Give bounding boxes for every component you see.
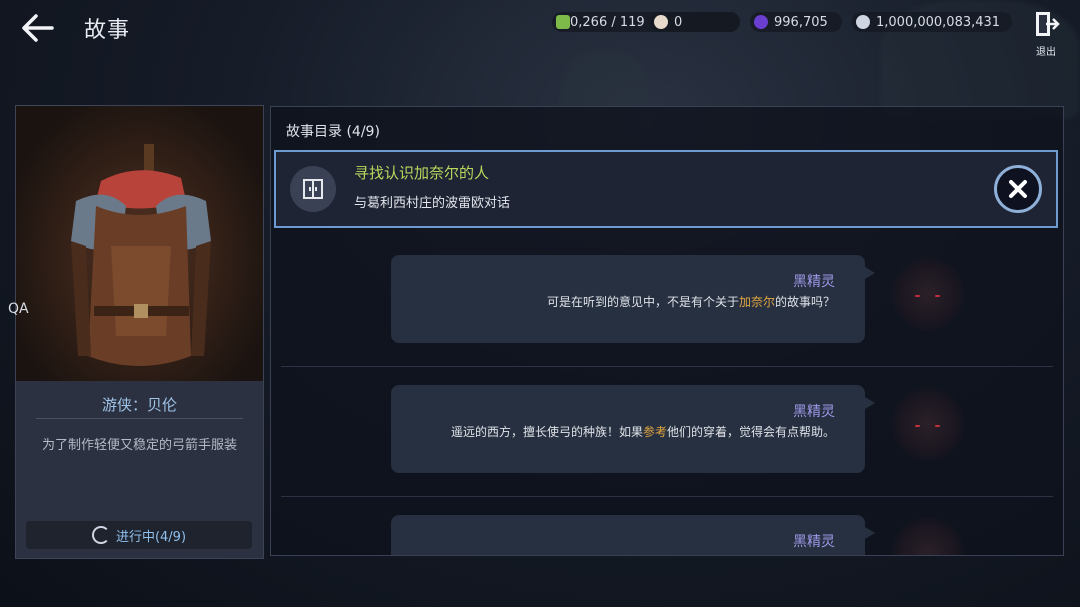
story-panel: 故事目录 (4/9) 寻找认识加奈尔的人 与葛利西村庄的波雷欧对话 黑精灵 可是…	[270, 106, 1064, 556]
exit-button[interactable]: 退出	[1030, 10, 1062, 58]
speaker-name: 黑精灵	[793, 274, 835, 290]
currency-value: 0,266 / 119	[570, 14, 645, 30]
close-button[interactable]	[994, 165, 1042, 213]
loading-spinner-icon	[91, 526, 110, 544]
dialogue-text: 遥远的西方，擅长使弓的种族！如果参考他们的穿着，觉得会有点帮助。	[450, 425, 835, 439]
dark-orb-icon	[754, 15, 768, 29]
character-image	[16, 106, 263, 381]
progress-status[interactable]: 进行中(4/9)	[26, 521, 252, 549]
dialogue-row: 黑精灵 可是在听到的意见中，不是有个关于加奈尔的故事吗？	[281, 237, 1053, 367]
dark-elf-portrait	[891, 517, 965, 555]
currency-value: 1,000,000,083,431	[876, 14, 1001, 30]
dark-elf-portrait	[891, 257, 965, 331]
back-button[interactable]	[18, 10, 58, 46]
quest-objective: 与葛利西村庄的波雷欧对话	[354, 196, 511, 211]
quest-wardrobe-icon	[290, 166, 336, 212]
exit-door-icon	[1036, 12, 1060, 36]
close-icon	[1009, 180, 1027, 198]
current-quest[interactable]: 寻找认识加奈尔的人 与葛利西村庄的波雷欧对话	[274, 150, 1058, 228]
energy-icon	[556, 15, 570, 29]
currency-value: 0	[674, 14, 683, 30]
qa-label[interactable]: QA	[8, 301, 29, 317]
page-title: 故事	[84, 18, 131, 43]
dialogue-list[interactable]: 黑精灵 可是在听到的意见中，不是有个关于加奈尔的故事吗？ 黑精灵 遥远的西方，擅…	[271, 237, 1063, 555]
dialogue-row: 黑精灵	[281, 497, 1053, 555]
arrow-left-icon	[22, 14, 54, 42]
pearl-icon	[654, 15, 668, 29]
progress-label: 进行中(4/9)	[115, 529, 187, 545]
exit-label: 退出	[1036, 47, 1056, 58]
dialogue-row: 黑精灵 遥远的西方，擅长使弓的种族！如果参考他们的穿着，觉得会有点帮助。	[281, 367, 1053, 497]
currency-silver[interactable]: 1,000,000,083,431	[852, 12, 1012, 32]
currency-pearl[interactable]: 0	[650, 12, 740, 32]
dark-elf-portrait	[891, 387, 965, 461]
character-name: 游侠：贝伦	[101, 396, 177, 414]
armor-illustration	[71, 144, 211, 366]
dialogue-text: 可是在听到的意见中，不是有个关于加奈尔的故事吗？	[546, 295, 835, 309]
dialogue-bubble: 黑精灵 遥远的西方，擅长使弓的种族！如果参考他们的穿着，觉得会有点帮助。	[391, 385, 875, 473]
speaker-name: 黑精灵	[793, 534, 835, 550]
speaker-name: 黑精灵	[793, 404, 835, 420]
silver-icon	[856, 15, 870, 29]
quest-title: 寻找认识加奈尔的人	[354, 164, 490, 182]
currency-value: 996,705	[774, 14, 828, 30]
highlighted-term: 加奈尔	[738, 295, 775, 309]
character-description: 为了制作轻便又稳定的弓箭手服装	[41, 438, 237, 453]
divider	[36, 418, 243, 419]
currency-dark-orb[interactable]: 996,705	[750, 12, 842, 32]
character-card: 游侠：贝伦 为了制作轻便又稳定的弓箭手服装 进行中(4/9)	[15, 105, 264, 559]
highlighted-term: 参考	[642, 425, 667, 439]
story-header: 故事目录 (4/9)	[286, 124, 380, 140]
dialogue-bubble: 黑精灵 可是在听到的意见中，不是有个关于加奈尔的故事吗？	[391, 255, 875, 343]
dialogue-bubble: 黑精灵	[391, 515, 875, 555]
